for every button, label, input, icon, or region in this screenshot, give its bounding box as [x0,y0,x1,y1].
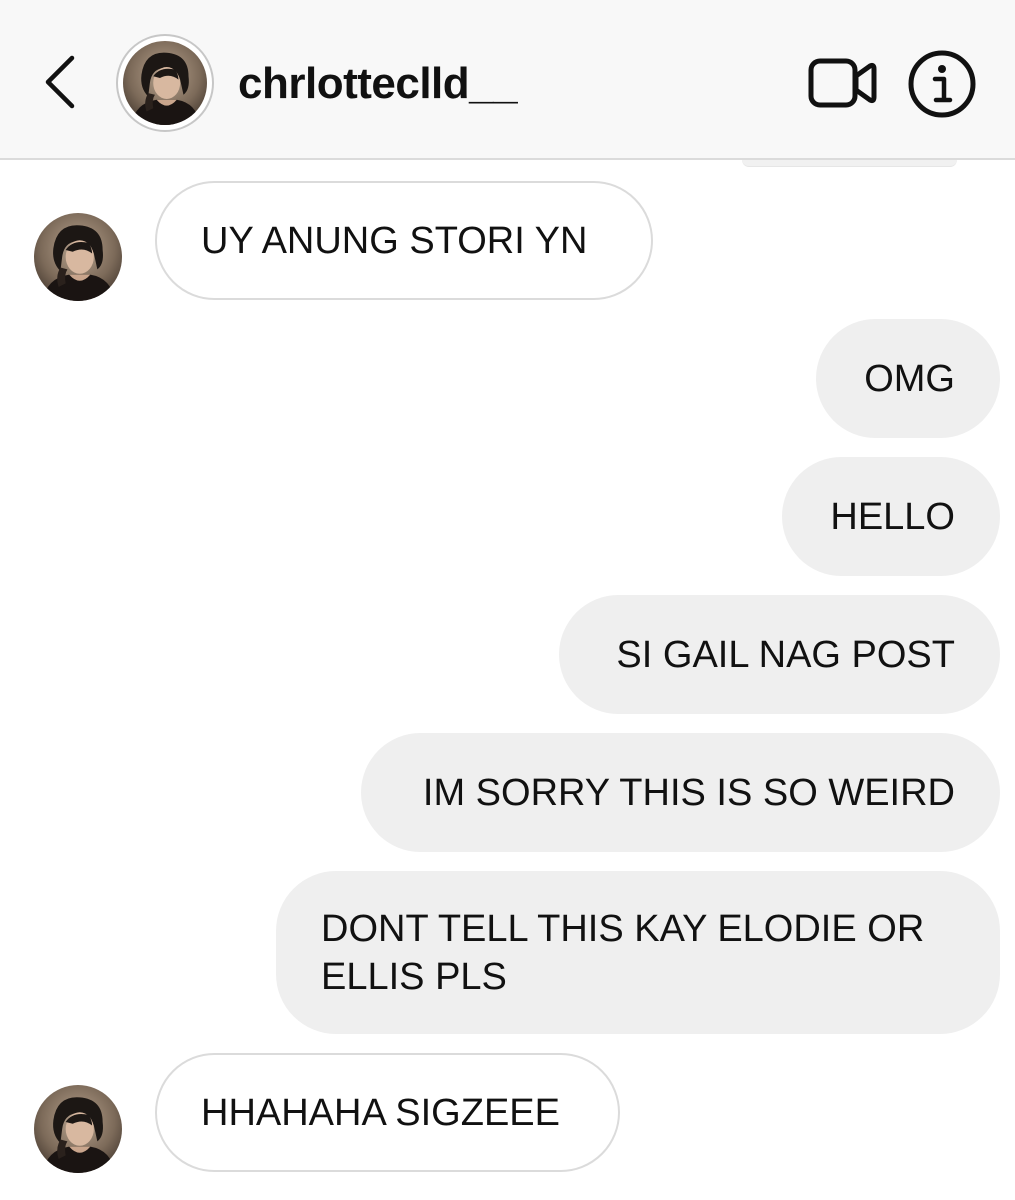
chevron-left-icon [45,55,75,109]
message-bubble-incoming[interactable]: HHAHAHA SIGZEEE [155,1053,620,1172]
chat-username[interactable]: chrlotteclld__ [238,58,518,110]
avatar[interactable] [34,1085,122,1173]
avatar [123,41,207,125]
back-button[interactable] [30,50,90,114]
chat-header: chrlotteclld__ [0,0,1015,160]
message-text: HELLO [830,495,955,538]
message-bubble-incoming[interactable]: UY ANUNG STORI YN [155,181,653,300]
message-text: HHAHAHA SIGZEEE [201,1091,560,1134]
message-text: SI GAIL NAG POST [616,633,955,676]
message-text: DONT TELL THIS KAY ELODIE OR ELLIS PLS [321,907,925,998]
info-button[interactable] [906,48,978,120]
video-call-button[interactable] [806,52,880,114]
info-icon [908,50,976,118]
message-text: OMG [864,357,955,400]
previous-message-edge [742,160,957,167]
message-bubble-outgoing[interactable]: SI GAIL NAG POST [559,595,1000,714]
message-bubble-outgoing[interactable]: OMG [816,319,1000,438]
message-text: IM SORRY THIS IS SO WEIRD [422,771,955,814]
header-avatar[interactable] [116,34,214,132]
avatar[interactable] [34,213,122,301]
message-bubble-outgoing[interactable]: IM SORRY THIS IS SO WEIRD [361,733,1000,852]
message-bubble-outgoing[interactable]: DONT TELL THIS KAY ELODIE OR ELLIS PLS [276,871,1000,1034]
video-camera-icon [808,58,877,108]
message-bubble-outgoing[interactable]: HELLO [782,457,1000,576]
message-text: UY ANUNG STORI YN [201,219,588,262]
